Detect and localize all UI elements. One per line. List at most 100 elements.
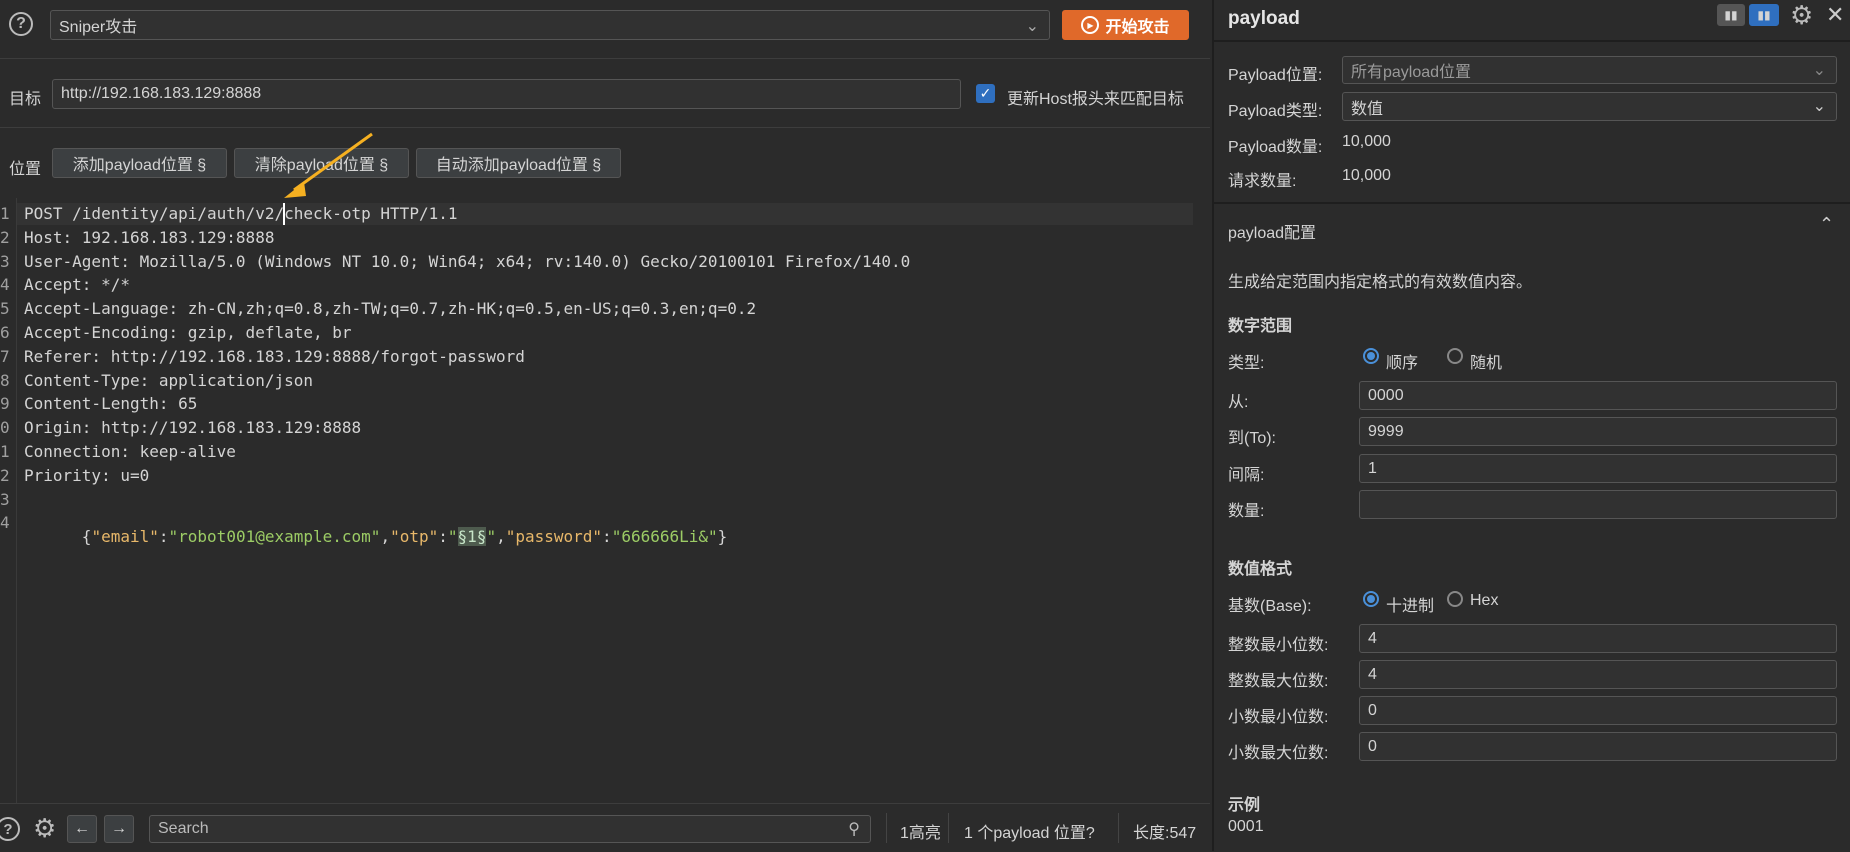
chevron-up-icon[interactable]: ⌃ [1819, 214, 1834, 235]
min-int-digits-value: 4 [1368, 629, 1377, 647]
request-count-label: 请求数量: [1228, 173, 1297, 190]
divider [0, 58, 1210, 59]
add-payload-position-label: 添加payload位置 § [72, 157, 207, 174]
request-line: POST /identity/api/auth/v2/check-otp HTT… [24, 204, 458, 223]
request-line: User-Agent: Mozilla/5.0 (Windows NT 10.0… [24, 251, 911, 271]
from-input[interactable]: 0000 [1359, 381, 1837, 410]
search-icon: ⚲ [848, 821, 860, 838]
request-line: Content-Length: 65 [24, 394, 198, 414]
payload-position-select[interactable]: 所有payload位置 ⌄ [1342, 56, 1837, 84]
step-input[interactable]: 1 [1359, 454, 1837, 483]
number-range-title: 数字范围 [1228, 318, 1293, 335]
line-number: 2 [0, 227, 10, 247]
chevron-down-icon: ⌄ [1812, 62, 1826, 79]
max-frac-digits-label: 小数最大位数: [1228, 745, 1329, 762]
min-int-digits-input[interactable]: 4 [1359, 624, 1837, 653]
divider [1214, 202, 1850, 204]
gear-icon[interactable]: ⚙ [1790, 0, 1813, 31]
target-value: http://192.168.183.129:8888 [61, 85, 262, 102]
decimal-radio[interactable] [1363, 591, 1379, 607]
line-number: 7 [0, 346, 10, 366]
gear-icon[interactable]: ⚙ [33, 813, 56, 843]
payload-count-label: Payload数量: [1228, 139, 1323, 156]
close-icon[interactable]: ✕ [1826, 2, 1844, 28]
max-int-digits-input[interactable]: 4 [1359, 660, 1837, 689]
request-line: Referer: http://192.168.183.129:8888/for… [24, 346, 525, 366]
body-brace-close: } [717, 527, 728, 546]
update-host-checkbox[interactable]: ✓ [976, 84, 995, 103]
request-count-value: 10,000 [1342, 167, 1391, 184]
divider [0, 127, 1210, 128]
random-radio[interactable] [1447, 348, 1463, 364]
body-quote: " [486, 527, 497, 546]
min-frac-digits-value: 0 [1368, 701, 1377, 719]
line-number: 8 [0, 370, 10, 390]
attack-type-value: Sniper攻击 [59, 19, 138, 36]
examples-title: 示例 [1228, 797, 1261, 814]
request-length: 长度:547 [1133, 825, 1197, 842]
chevron-down-icon: ⌄ [1025, 18, 1039, 35]
line-number: 1 [0, 204, 10, 223]
request-line: Priority: u=0 [24, 465, 150, 485]
target-input[interactable]: http://192.168.183.129:8888 [52, 79, 961, 109]
body-value-password: "666666Li&" [611, 527, 718, 546]
body-key-otp: "otp" [390, 527, 439, 546]
update-host-label: 更新Host报头来匹配目标 [1007, 91, 1184, 108]
play-icon: ▶ [1081, 16, 1100, 34]
search-input[interactable]: Search ⚲ [149, 815, 871, 843]
random-label: 随机 [1470, 355, 1503, 372]
request-line: Host: 192.168.183.129:8888 [24, 227, 275, 247]
line-number: 3 [0, 489, 10, 509]
sequential-radio[interactable] [1363, 348, 1379, 364]
step-label: 间隔: [1228, 467, 1265, 484]
request-editor[interactable]: 1 2 3 4 5 6 7 8 9 0 1 2 3 4 POST /identity/api/auth/v… [0, 132, 1210, 803]
search-placeholder: Search [158, 820, 209, 837]
forward-arrow-button[interactable]: → [104, 815, 134, 843]
attack-config-pane: ? Sniper攻击 ⌄ ▶ 开始攻击 目标 http://192.168.18… [0, 0, 1210, 852]
body-colon: : [438, 527, 448, 546]
auto-add-payload-position-label: 自动添加payload位置 § [435, 157, 602, 174]
layout-left-button[interactable]: ▮▮ [1717, 4, 1745, 26]
payload-type-select[interactable]: 数值 ⌄ [1342, 92, 1837, 121]
start-attack-button[interactable]: ▶ 开始攻击 [1062, 10, 1189, 40]
count-input[interactable] [1359, 490, 1837, 519]
help-icon[interactable]: ? [0, 817, 20, 841]
payload-config-description: 生成给定范围内指定格式的有效数值内容。 [1228, 274, 1533, 291]
payload-count-value: 10,000 [1342, 133, 1391, 150]
auto-add-payload-position-button[interactable]: 自动添加payload位置 § [416, 148, 621, 178]
line-number: 6 [0, 323, 10, 342]
divider [1118, 813, 1119, 843]
body-key-password: "password" [505, 527, 603, 546]
status-bar: ? ⚙ ← → Search ⚲ 1高亮 1 个payload 位置? 长度:5… [0, 803, 1210, 852]
max-frac-digits-input[interactable]: 0 [1359, 732, 1837, 761]
payload-positions-count: 1 个payload 位置? [964, 825, 1095, 842]
help-icon[interactable]: ? [9, 12, 33, 36]
target-label: 目标 [9, 91, 42, 108]
body-quote: " [447, 527, 458, 546]
payload-config-title: payload配置 [1228, 225, 1317, 242]
divider [948, 813, 949, 843]
payload-type-label: Payload类型: [1228, 103, 1323, 120]
line-number: 9 [0, 394, 10, 414]
payload-position-marker[interactable]: §1§ [457, 527, 487, 546]
body-comma: , [380, 527, 391, 546]
back-arrow-button[interactable]: ← [67, 815, 97, 843]
payload-position-value: 所有payload位置 [1351, 64, 1472, 81]
payload-type-value: 数值 [1351, 100, 1384, 118]
request-line: Origin: http://192.168.183.129:8888 [24, 418, 362, 438]
request-line: Accept: */* [24, 275, 130, 295]
body-colon: : [602, 527, 612, 546]
body-brace-open: { [81, 527, 92, 546]
body-value-email: "robot001@example.com" [168, 527, 381, 546]
min-frac-digits-input[interactable]: 0 [1359, 696, 1837, 725]
panel-title: payload [1228, 8, 1300, 29]
to-input[interactable]: 9999 [1359, 417, 1837, 446]
body-key-email: "email" [91, 527, 159, 546]
add-payload-position-button[interactable]: 添加payload位置 § [52, 148, 227, 178]
attack-type-select[interactable]: Sniper攻击 ⌄ [50, 10, 1050, 40]
divider [886, 813, 887, 843]
max-int-digits-label: 整数最大位数: [1228, 673, 1329, 690]
hex-radio[interactable] [1447, 591, 1463, 607]
highlights-count: 1高亮 [900, 825, 941, 842]
layout-right-button[interactable]: ▮▮ [1749, 4, 1779, 26]
